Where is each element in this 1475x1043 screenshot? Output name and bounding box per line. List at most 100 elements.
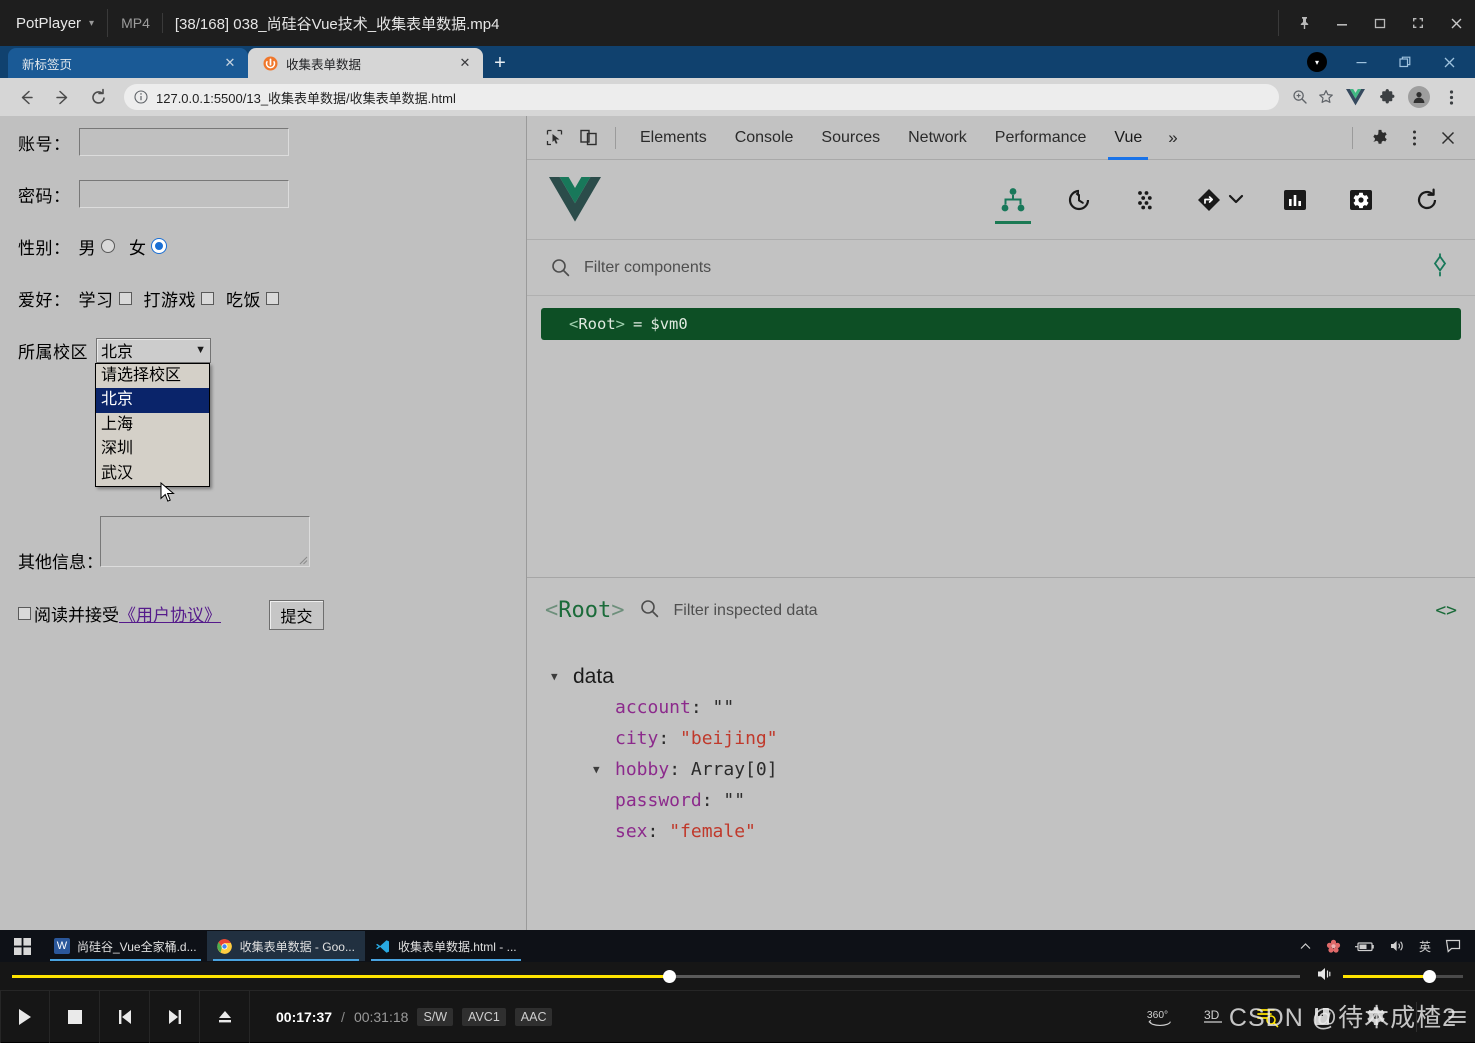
taskbar-item-vscode[interactable]: 收集表单数据.html - ... [365, 931, 527, 961]
tab-network[interactable]: Network [894, 116, 981, 160]
seek-bar-handle[interactable] [662, 969, 676, 983]
bookmark-button[interactable] [1308, 1003, 1336, 1031]
filter-inspected-data-input[interactable]: Filter inspected data [673, 602, 817, 620]
user-agreement-link[interactable]: 《用户协议》 [119, 601, 221, 626]
performance-bars-icon[interactable] [1275, 174, 1315, 226]
filter-components-input[interactable]: Filter components [584, 259, 1429, 277]
other-info-textarea[interactable] [100, 516, 310, 567]
inspector-entry-sex[interactable]: sex: "female" [527, 816, 1475, 847]
timeline-history-icon[interactable] [1059, 174, 1099, 226]
minimize-icon[interactable] [1339, 46, 1383, 78]
new-tab-button[interactable]: + [483, 48, 517, 78]
address-bar[interactable]: 127.0.0.1:5500/13_收集表单数据/收集表单数据.html [124, 84, 1279, 110]
campus-option-wuhan[interactable]: 武汉 [96, 462, 209, 487]
code-brackets-icon[interactable]: <> [1435, 600, 1457, 621]
campus-option-placeholder[interactable]: 请选择校区 [96, 364, 209, 389]
more-tabs-icon[interactable]: » [1156, 128, 1189, 148]
tab-elements[interactable]: Elements [626, 116, 721, 160]
chrome-menu-icon[interactable] [1435, 81, 1467, 113]
volume-slider[interactable] [1343, 969, 1463, 983]
seek-bar[interactable] [12, 969, 1300, 983]
inspector-search[interactable]: Filter inspected data [640, 599, 818, 623]
ime-english-icon[interactable]: 英 [1419, 938, 1431, 955]
inspector-section-data[interactable]: ▼ data [527, 661, 1475, 692]
flower-icon[interactable] [1326, 939, 1341, 954]
vuex-icon[interactable] [1125, 174, 1165, 226]
chevron-down-icon[interactable] [1228, 191, 1244, 209]
next-button[interactable] [150, 990, 200, 1043]
pin-icon[interactable] [1285, 0, 1323, 46]
fullscreen-icon[interactable] [1399, 0, 1437, 46]
campus-option-shanghai[interactable]: 上海 [96, 413, 209, 438]
inspector-entry-city[interactable]: city: "beijing" [527, 723, 1475, 754]
eject-button[interactable] [200, 990, 250, 1043]
tab-vue[interactable]: Vue [1100, 116, 1156, 160]
triangle-down-icon[interactable]: ▼ [551, 670, 565, 683]
routes-icon[interactable] [1191, 174, 1249, 226]
inspector-entry-account[interactable]: account: "" [527, 692, 1475, 723]
chevron-down-icon[interactable]: ▾ [89, 18, 94, 29]
devtools-menu-icon[interactable] [1397, 121, 1431, 155]
volume-icon[interactable] [1389, 939, 1405, 953]
agreement-checkbox[interactable] [18, 607, 31, 620]
tab-performance[interactable]: Performance [981, 116, 1101, 160]
select-component-icon[interactable] [1429, 253, 1451, 282]
hobby-checkbox-eat[interactable] [266, 291, 279, 305]
close-icon[interactable]: ✕ [457, 55, 473, 71]
star-icon[interactable] [1313, 84, 1339, 110]
close-icon[interactable] [1427, 46, 1471, 78]
component-tree-row-root[interactable]: < Root > = $vm0 [541, 308, 1461, 340]
tab-console[interactable]: Console [721, 116, 808, 160]
sex-radio-male[interactable] [101, 239, 115, 253]
battery-icon[interactable] [1354, 940, 1375, 953]
tab-search-icon[interactable]: ▾ [1295, 46, 1339, 78]
play-button[interactable] [0, 990, 50, 1043]
previous-button[interactable] [100, 990, 150, 1043]
extensions-puzzle-icon[interactable] [1371, 81, 1403, 113]
close-devtools-icon[interactable] [1431, 121, 1465, 155]
maximize-icon[interactable] [1361, 0, 1399, 46]
inspector-entry-hobby[interactable]: ▼ hobby: Array[0] [527, 754, 1475, 785]
3D-button[interactable]: 3D [1200, 1003, 1228, 1031]
submit-button[interactable]: 提交 [269, 600, 324, 630]
volume-slider-handle[interactable] [1423, 969, 1437, 983]
vue-devtools-icon[interactable] [1339, 81, 1371, 113]
sex-radio-female[interactable] [151, 239, 166, 253]
device-toolbar-icon[interactable] [571, 121, 605, 155]
account-input[interactable] [78, 128, 289, 156]
reload-icon[interactable] [80, 81, 116, 113]
settings-button[interactable] [1362, 1003, 1390, 1031]
resize-grip-icon[interactable] [296, 553, 308, 565]
tab-sources[interactable]: Sources [807, 116, 894, 160]
menu-button[interactable] [1443, 1003, 1471, 1031]
stop-button[interactable] [50, 990, 100, 1043]
minimize-icon[interactable] [1323, 0, 1361, 46]
close-icon[interactable] [1437, 0, 1475, 46]
playlist-button[interactable] [1254, 1003, 1282, 1031]
settings-gear-icon[interactable] [1341, 174, 1381, 226]
campus-option-shenzhen[interactable]: 深圳 [96, 437, 209, 462]
campus-select-dropdown[interactable]: 请选择校区 北京 上海 深圳 武汉 [95, 362, 210, 487]
chevron-up-icon[interactable] [1299, 940, 1312, 953]
taskbar-item-word[interactable]: W 尚硅谷_Vue全家桶.d... [44, 931, 207, 961]
browser-tab-form-data[interactable]: 收集表单数据 ✕ [248, 48, 483, 78]
campus-select[interactable]: 北京 ▼ [96, 337, 211, 363]
password-input[interactable] [78, 180, 289, 208]
campus-option-beijing[interactable]: 北京 [96, 388, 209, 413]
info-circle-icon[interactable] [134, 90, 148, 104]
volume-icon[interactable] [1316, 966, 1335, 987]
360-button[interactable]: 360° [1146, 1003, 1174, 1031]
settings-gear-icon[interactable] [1363, 121, 1397, 155]
inspect-element-icon[interactable] [537, 121, 571, 155]
back-icon[interactable] [8, 81, 44, 113]
notifications-icon[interactable] [1445, 939, 1461, 953]
profile-avatar-icon[interactable] [1403, 81, 1435, 113]
hobby-checkbox-games[interactable] [201, 291, 214, 305]
browser-tab-new-tab-page[interactable]: 新标签页 ✕ [8, 48, 248, 78]
components-tree-icon[interactable] [993, 174, 1033, 226]
restore-icon[interactable] [1383, 46, 1427, 78]
triangle-down-icon[interactable]: ▼ [593, 763, 607, 776]
forward-icon[interactable] [44, 81, 80, 113]
inspector-entry-password[interactable]: password: "" [527, 785, 1475, 816]
taskbar-item-chrome[interactable]: 收集表单数据 - Goo... [206, 931, 365, 961]
